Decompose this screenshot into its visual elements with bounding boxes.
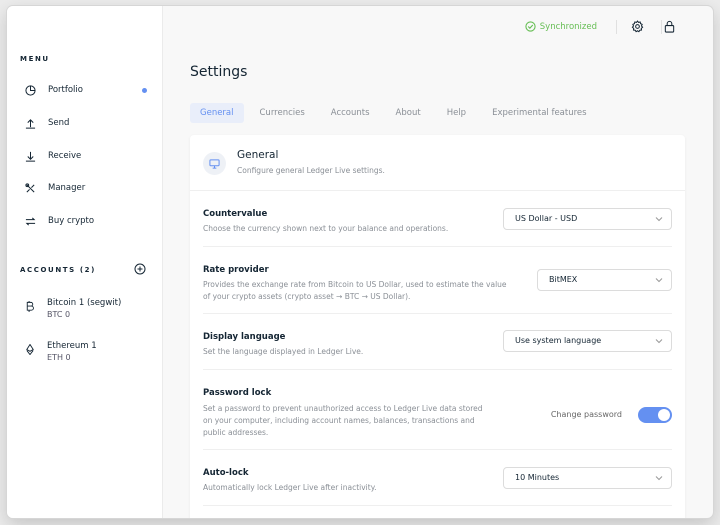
select-value: BitMEX <box>549 275 578 284</box>
change-password-link[interactable]: Change password <box>551 410 622 419</box>
setting-row-password-lock: Password lock Set a password to prevent … <box>203 370 672 450</box>
sidebar-item-label: Buy crypto <box>48 216 95 226</box>
sync-status-label: Synchronized <box>539 21 597 32</box>
sync-status[interactable]: Synchronized <box>525 21 597 32</box>
select-value: 10 Minutes <box>515 473 560 482</box>
app-window: MENU Portfolio Send Receive Manager Buy … <box>7 6 713 518</box>
add-account-icon[interactable] <box>134 263 146 275</box>
setting-description: Set a password to prevent unauthorized a… <box>203 404 483 437</box>
display-language-select[interactable]: Use system language <box>503 330 672 352</box>
sidebar-item-label: Portfolio <box>48 85 83 95</box>
tab-currencies[interactable]: Currencies <box>250 103 315 123</box>
select-value: Use system language <box>515 336 602 345</box>
setting-label: Auto-lock <box>203 468 249 478</box>
setting-label: Countervalue <box>203 209 268 219</box>
check-circle-icon <box>525 21 536 32</box>
chevron-down-icon <box>655 278 663 283</box>
general-settings-card: General Configure general Ledger Live se… <box>190 135 685 518</box>
exchange-icon <box>25 216 36 226</box>
select-value: US Dollar - USD <box>515 214 578 223</box>
chevron-down-icon <box>655 476 663 481</box>
tab-general[interactable]: General <box>190 103 244 123</box>
rate-provider-select[interactable]: BitMEX <box>537 269 672 291</box>
sidebar: MENU Portfolio Send Receive Manager Buy … <box>7 6 163 518</box>
chevron-down-icon <box>655 339 663 344</box>
account-item-ethereum[interactable]: Ethereum 1 ETH 0 <box>25 341 155 363</box>
arrow-down-icon <box>25 151 36 162</box>
auto-lock-select[interactable]: 10 Minutes <box>503 467 672 489</box>
card-title: General <box>237 149 279 161</box>
setting-description: Provides the exchange rate from Bitcoin … <box>203 280 507 301</box>
tab-accounts[interactable]: Accounts <box>321 103 380 123</box>
monitor-icon-badge <box>203 152 226 175</box>
monitor-icon <box>209 159 220 169</box>
tab-about[interactable]: About <box>386 103 431 123</box>
countervalue-select[interactable]: US Dollar - USD <box>503 208 672 230</box>
sidebar-item-receive[interactable]: Receive <box>25 147 155 165</box>
setting-row-auto-lock: Auto-lock Automatically lock Ledger Live… <box>203 450 672 506</box>
divider <box>616 20 617 34</box>
card-header: General Configure general Ledger Live se… <box>190 135 685 191</box>
sidebar-item-portfolio[interactable]: Portfolio <box>25 81 155 99</box>
account-name: Ethereum 1 <box>47 341 97 351</box>
setting-description: Automatically lock Ledger Live after ina… <box>203 483 377 492</box>
tab-experimental-features[interactable]: Experimental features <box>482 103 597 123</box>
chevron-down-icon <box>655 217 663 222</box>
top-bar: Synchronized <box>163 6 713 50</box>
settings-tabs: General Currencies Accounts About Help E… <box>190 103 603 123</box>
tab-help[interactable]: Help <box>437 103 476 123</box>
sidebar-item-label: Manager <box>48 183 86 193</box>
menu-title: MENU <box>20 55 50 63</box>
divider <box>661 20 662 34</box>
arrow-up-icon <box>25 118 36 129</box>
setting-description: Choose the currency shown next to your b… <box>203 224 449 233</box>
sidebar-item-send[interactable]: Send <box>25 114 155 132</box>
sidebar-item-manager[interactable]: Manager <box>25 179 155 197</box>
setting-label: Password lock <box>203 388 272 398</box>
accounts-title: ACCOUNTS (2) <box>20 266 96 274</box>
pie-chart-icon <box>25 84 36 96</box>
setting-row-display-language: Display language Set the language displa… <box>203 314 672 370</box>
page-title: Settings <box>190 64 248 80</box>
notification-dot <box>142 87 147 93</box>
gear-icon[interactable] <box>631 20 644 33</box>
setting-row-rate-provider: Rate provider Provides the exchange rate… <box>203 247 672 314</box>
sidebar-item-label: Receive <box>48 151 82 161</box>
account-name: Bitcoin 1 (segwit) <box>47 298 122 308</box>
card-description: Configure general Ledger Live settings. <box>237 166 385 175</box>
lock-icon[interactable] <box>663 20 676 33</box>
setting-label: Display language <box>203 332 286 342</box>
setting-description: Set the language displayed in Ledger Liv… <box>203 347 364 356</box>
account-balance: BTC 0 <box>47 310 71 319</box>
ethereum-icon <box>26 344 34 355</box>
setting-label: Rate provider <box>203 265 269 275</box>
tools-icon <box>25 182 35 193</box>
account-balance: ETH 0 <box>47 353 71 362</box>
bitcoin-icon <box>26 301 34 312</box>
sidebar-item-label: Send <box>48 118 70 128</box>
password-lock-toggle[interactable] <box>638 407 672 423</box>
toggle-knob <box>658 409 670 421</box>
setting-row-countervalue: Countervalue Choose the currency shown n… <box>203 191 672 247</box>
sidebar-item-buy-crypto[interactable]: Buy crypto <box>25 212 155 230</box>
account-item-bitcoin[interactable]: Bitcoin 1 (segwit) BTC 0 <box>25 298 155 320</box>
